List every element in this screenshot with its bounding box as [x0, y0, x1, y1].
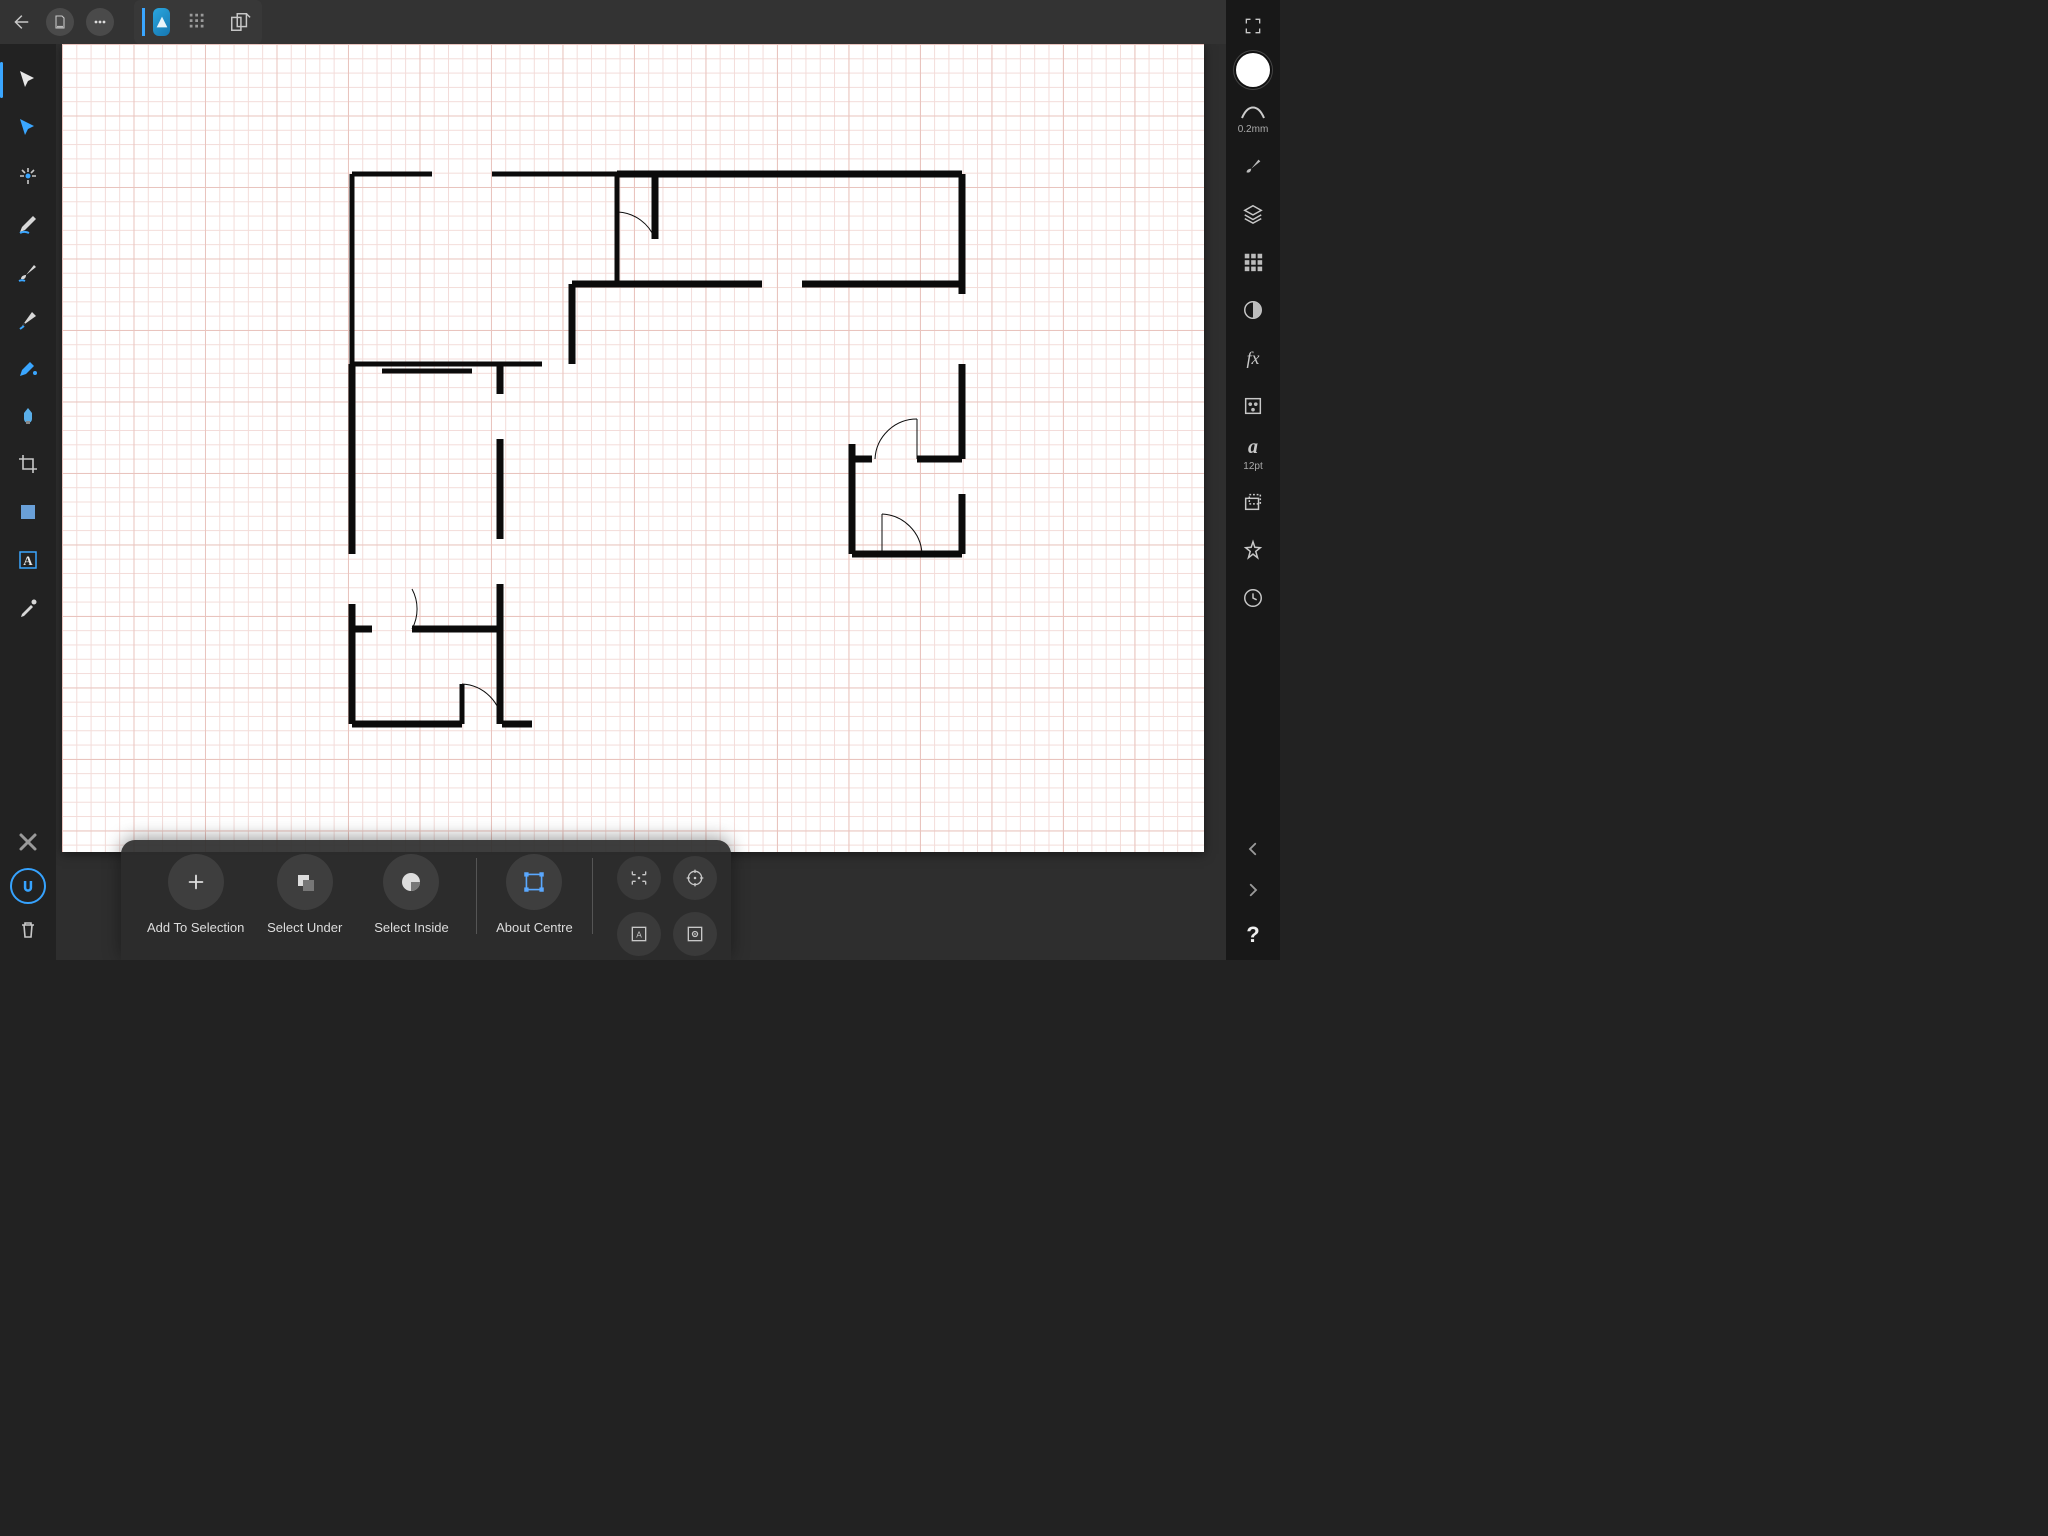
- crop-tool[interactable]: [0, 440, 56, 488]
- export-persona[interactable]: [226, 8, 254, 36]
- fill-colour-icon: [1236, 53, 1270, 87]
- pencil-tool[interactable]: [0, 200, 56, 248]
- separator: [592, 858, 593, 934]
- history-panel[interactable]: [1226, 574, 1280, 622]
- colour-picker-tool[interactable]: [0, 584, 56, 632]
- styles-panel[interactable]: [1226, 382, 1280, 430]
- separator: [476, 858, 477, 934]
- transparency-tool[interactable]: [0, 392, 56, 440]
- context-toolbar: Add To Selection Select Under Select Ins…: [121, 840, 731, 960]
- svg-text:A: A: [636, 929, 642, 939]
- top-toolbar: [0, 0, 1280, 44]
- more-menu-button[interactable]: [86, 8, 114, 36]
- brushes-panel[interactable]: [1226, 142, 1280, 190]
- stroke-width-panel[interactable]: 0.2mm: [1226, 94, 1280, 142]
- help-button[interactable]: ?: [1246, 922, 1259, 948]
- font-size-value: 12pt: [1243, 461, 1262, 472]
- point-transform-tool[interactable]: [0, 152, 56, 200]
- layers-panel[interactable]: [1226, 190, 1280, 238]
- fullscreen-toggle[interactable]: [1226, 6, 1280, 46]
- move-tool[interactable]: [0, 56, 56, 104]
- swatches-panel[interactable]: [1226, 238, 1280, 286]
- character-icon: a: [1248, 436, 1258, 459]
- deselect-button[interactable]: [0, 822, 56, 862]
- navigator-panel[interactable]: [1226, 526, 1280, 574]
- app-logo-icon: [153, 8, 170, 36]
- svg-text:A: A: [23, 553, 33, 568]
- document-menu-button[interactable]: [46, 8, 74, 36]
- shape-tool[interactable]: [0, 488, 56, 536]
- node-tool[interactable]: [0, 104, 56, 152]
- canvas-stage[interactable]: Add To Selection Select Under Select Ins…: [56, 44, 1226, 960]
- back-button[interactable]: [0, 0, 40, 44]
- hide-selection-button[interactable]: [673, 912, 717, 956]
- about-centre-toggle[interactable]: About Centre: [495, 854, 575, 935]
- alignment-options-button[interactable]: [617, 856, 661, 900]
- pixel-persona[interactable]: [184, 8, 212, 36]
- select-under-button[interactable]: Select Under: [258, 854, 351, 935]
- fx-icon: fx: [1247, 348, 1260, 369]
- adjustments-panel[interactable]: [1226, 286, 1280, 334]
- vector-brush-tool[interactable]: [0, 248, 56, 296]
- snapping-toggle[interactable]: [10, 868, 46, 904]
- pen-tool[interactable]: [0, 296, 56, 344]
- persona-switcher: [134, 0, 262, 44]
- left-tool-strip: A: [0, 44, 56, 960]
- select-inside-button[interactable]: Select Inside: [365, 854, 458, 935]
- designer-persona[interactable]: [142, 8, 170, 36]
- transform-panel[interactable]: [1226, 478, 1280, 526]
- fill-tool[interactable]: [0, 344, 56, 392]
- floorplan-drawing[interactable]: [62, 44, 1204, 852]
- previous-button[interactable]: [1244, 840, 1262, 863]
- current-fill-swatch[interactable]: [1226, 46, 1280, 94]
- right-studio-strip: 0.2mm fx a 12pt ?: [1226, 0, 1280, 960]
- character-panel[interactable]: a 12pt: [1226, 430, 1280, 478]
- convert-to-curves-button[interactable]: A: [617, 912, 661, 956]
- effects-panel[interactable]: fx: [1226, 334, 1280, 382]
- transform-origin-button[interactable]: [673, 856, 717, 900]
- artboard[interactable]: [62, 44, 1204, 852]
- add-to-selection-button[interactable]: Add To Selection: [147, 854, 244, 935]
- stroke-width-value: 0.2mm: [1238, 124, 1269, 135]
- artistic-text-tool[interactable]: A: [0, 536, 56, 584]
- next-button[interactable]: [1244, 881, 1262, 904]
- delete-button[interactable]: [0, 910, 56, 950]
